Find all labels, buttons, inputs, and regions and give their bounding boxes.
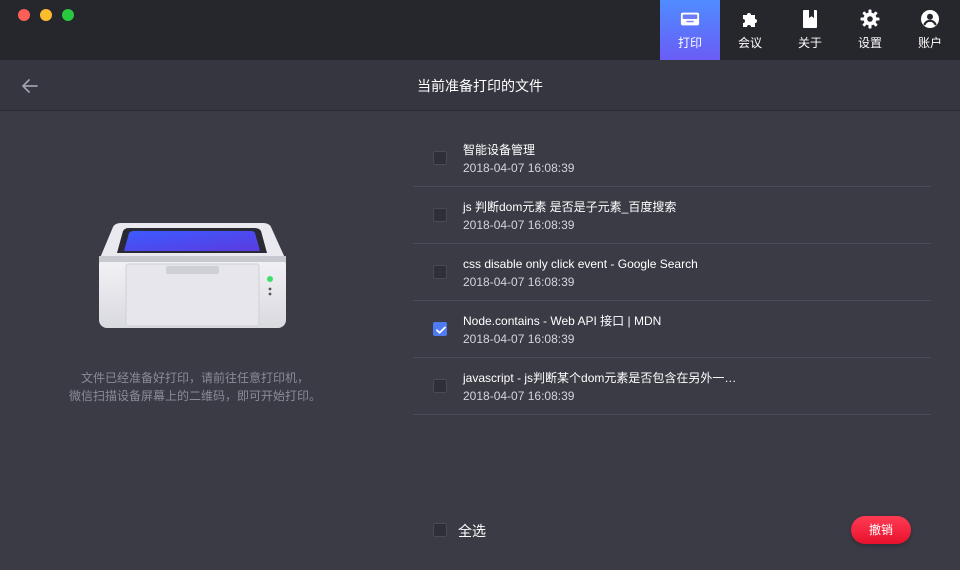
file-title: css disable only click event - Google Se… bbox=[463, 257, 698, 271]
file-checkbox[interactable] bbox=[433, 151, 447, 165]
print-hint-line-2: 微信扫描设备屏幕上的二维码，即可开始打印。 bbox=[68, 389, 321, 403]
select-all-checkbox[interactable] bbox=[433, 523, 447, 537]
page-title: 当前准备打印的文件 bbox=[417, 78, 543, 94]
puzzle-icon bbox=[740, 9, 760, 29]
file-row[interactable]: css disable only click event - Google Se… bbox=[413, 244, 931, 301]
file-date: 2018-04-07 16:08:39 bbox=[463, 332, 575, 346]
printer-icon bbox=[680, 9, 700, 29]
nav-item-about[interactable]: 关于 bbox=[780, 0, 840, 60]
print-hint-line-1: 文件已经准备好打印，请前往任意打印机， bbox=[80, 371, 309, 385]
user-icon bbox=[920, 9, 940, 29]
file-title: Node.contains - Web API 接口 | MDN bbox=[463, 314, 662, 328]
app-window: 打印 会议 关于 设置 账户 当前准备打印的文件 文件已经准备好打印，请前往任意… bbox=[0, 0, 960, 570]
cancel-button[interactable]: 撤销 bbox=[851, 516, 911, 544]
file-row[interactable]: javascript - js判断某个dom元素是否包含在另外一… 2018-0… bbox=[413, 358, 931, 415]
nav-item-label: 关于 bbox=[797, 36, 822, 50]
file-checkbox[interactable] bbox=[433, 265, 447, 279]
file-date: 2018-04-07 16:08:39 bbox=[463, 275, 575, 289]
select-all-label[interactable]: 全选 bbox=[458, 521, 486, 541]
file-row[interactable]: 智能设备管理 2018-04-07 16:08:39 bbox=[413, 130, 931, 187]
file-list: 智能设备管理 2018-04-07 16:08:39 js 判断dom元素 是否… bbox=[413, 130, 931, 415]
check-icon bbox=[436, 326, 446, 334]
file-title: js 判断dom元素 是否是子元素_百度搜索 bbox=[463, 200, 677, 214]
minimize-window-button[interactable] bbox=[40, 9, 52, 21]
nav-item-label: 账户 bbox=[917, 36, 942, 50]
nav-item-label: 打印 bbox=[677, 36, 702, 50]
page-header: 当前准备打印的文件 bbox=[0, 60, 960, 111]
nav-item-meeting[interactable]: 会议 bbox=[720, 0, 780, 60]
nav-item-label: 会议 bbox=[737, 36, 762, 50]
file-row[interactable]: js 判断dom元素 是否是子元素_百度搜索 2018-04-07 16:08:… bbox=[413, 187, 931, 244]
file-checkbox[interactable] bbox=[433, 208, 447, 222]
file-date: 2018-04-07 16:08:39 bbox=[463, 389, 575, 403]
title-bar: 打印 会议 关于 设置 账户 bbox=[0, 0, 960, 60]
book-icon bbox=[800, 9, 820, 29]
nav-item-label: 设置 bbox=[857, 36, 882, 50]
file-row[interactable]: Node.contains - Web API 接口 | MDN 2018-04… bbox=[413, 301, 931, 358]
file-title: javascript - js判断某个dom元素是否包含在另外一… bbox=[463, 371, 737, 385]
file-checkbox[interactable] bbox=[433, 322, 447, 336]
top-nav: 打印 会议 关于 设置 账户 bbox=[660, 0, 960, 60]
close-window-button[interactable] bbox=[18, 9, 30, 21]
printer-illustration bbox=[95, 222, 290, 334]
file-date: 2018-04-07 16:08:39 bbox=[463, 218, 575, 232]
nav-item-account[interactable]: 账户 bbox=[900, 0, 960, 60]
file-checkbox[interactable] bbox=[433, 379, 447, 393]
nav-item-settings[interactable]: 设置 bbox=[840, 0, 900, 60]
gear-icon bbox=[860, 9, 880, 29]
nav-item-print[interactable]: 打印 bbox=[660, 0, 720, 60]
file-date: 2018-04-07 16:08:39 bbox=[463, 161, 575, 175]
zoom-window-button[interactable] bbox=[62, 9, 74, 21]
file-title: 智能设备管理 bbox=[463, 143, 536, 157]
